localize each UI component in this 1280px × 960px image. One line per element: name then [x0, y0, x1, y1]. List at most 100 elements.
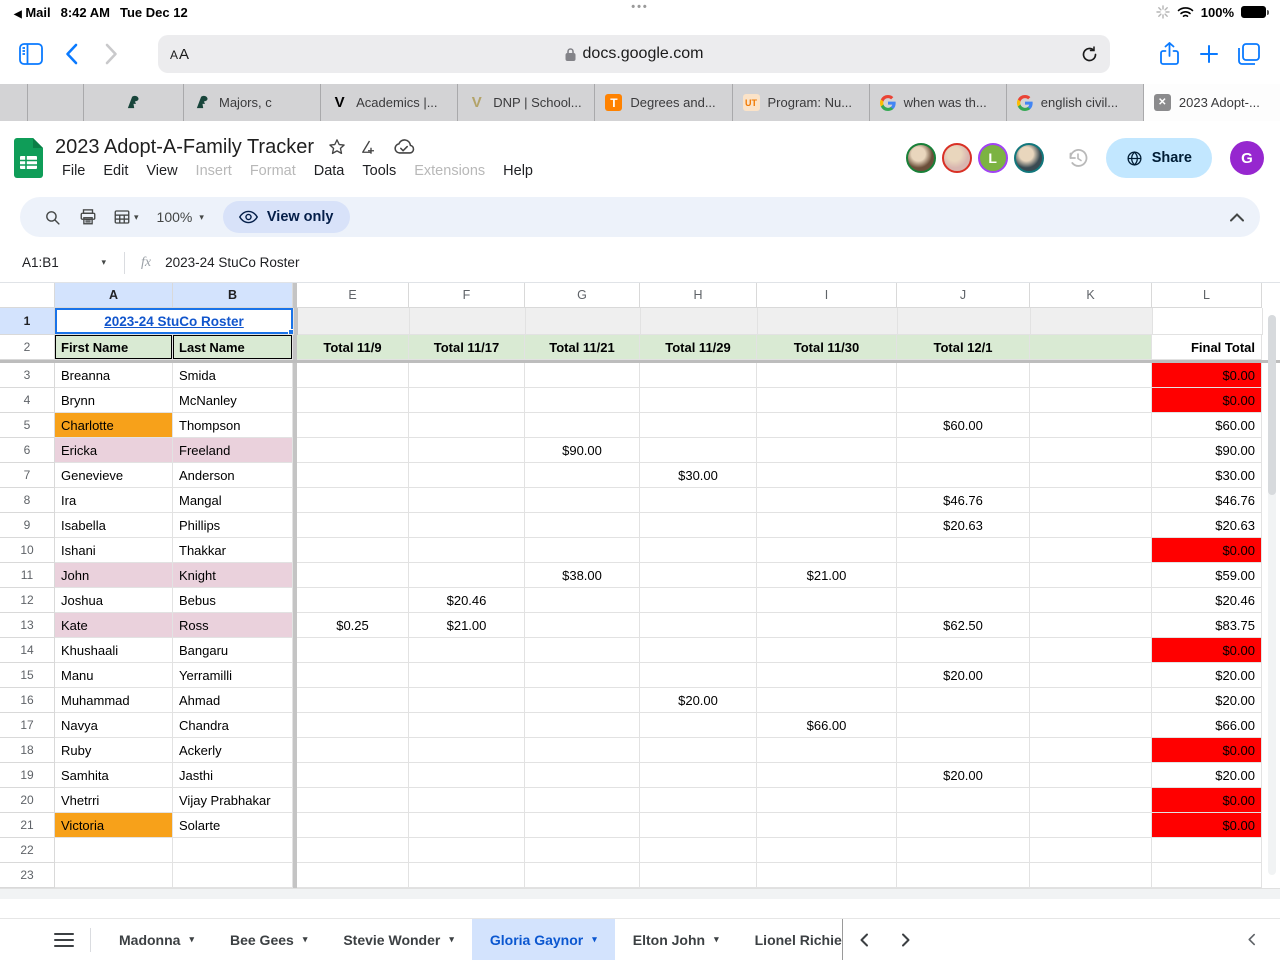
cell-I23[interactable]	[757, 863, 897, 888]
cell-L14-final-total[interactable]: $0.00	[1152, 638, 1262, 663]
browser-tab[interactable]: Majors, c	[184, 84, 322, 121]
cell-G10[interactable]	[525, 538, 640, 563]
cell-F16[interactable]	[409, 688, 525, 713]
column-header-J[interactable]: J	[897, 283, 1030, 308]
row-header-13[interactable]: 13	[0, 613, 55, 638]
cell-G19[interactable]	[525, 763, 640, 788]
cell-H10[interactable]	[640, 538, 757, 563]
column-header-I[interactable]: I	[757, 283, 897, 308]
collapse-toolbar-icon[interactable]	[1230, 212, 1244, 222]
cell-H16[interactable]: $20.00	[640, 688, 757, 713]
cell-I20[interactable]	[757, 788, 897, 813]
cell-F21[interactable]	[409, 813, 525, 838]
cell-E2-total-header[interactable]: Total 11/9	[297, 335, 409, 360]
cell-E9[interactable]	[297, 513, 409, 538]
cell-B3[interactable]: Smida	[173, 363, 293, 388]
cell-H1[interactable]	[641, 308, 758, 335]
cell-H4[interactable]	[640, 388, 757, 413]
cell-L17-final-total[interactable]: $66.00	[1152, 713, 1262, 738]
cell-H2-total-header[interactable]: Total 11/29	[640, 335, 757, 360]
cell-K19[interactable]	[1030, 763, 1152, 788]
menu-view[interactable]: View	[139, 161, 184, 181]
cell-I21[interactable]	[757, 813, 897, 838]
browser-tab[interactable]: ✕ 2023 Adopt-...	[1143, 84, 1280, 121]
row-header-9[interactable]: 9	[0, 513, 55, 538]
cell-F23[interactable]	[409, 863, 525, 888]
cell-E17[interactable]	[297, 713, 409, 738]
cell-I22[interactable]	[757, 838, 897, 863]
cell-A1-title[interactable]: 2023-24 StuCo Roster	[55, 308, 294, 335]
cell-J21[interactable]	[897, 813, 1030, 838]
cell-H12[interactable]	[640, 588, 757, 613]
cell-L23-final-total[interactable]	[1152, 863, 1262, 888]
menu-edit[interactable]: Edit	[96, 161, 135, 181]
cell-B4[interactable]: McNanley	[173, 388, 293, 413]
formula-input[interactable]: 2023-24 StuCo Roster	[165, 255, 299, 270]
share-icon[interactable]	[1152, 37, 1186, 71]
cell-G8[interactable]	[525, 488, 640, 513]
cell-E23[interactable]	[297, 863, 409, 888]
cell-F9[interactable]	[409, 513, 525, 538]
cell-H20[interactable]	[640, 788, 757, 813]
cell-K9[interactable]	[1030, 513, 1152, 538]
cell-H18[interactable]	[640, 738, 757, 763]
cell-A2-first-name-header[interactable]: First Name	[55, 335, 173, 360]
cell-K13[interactable]	[1030, 613, 1152, 638]
cell-K20[interactable]	[1030, 788, 1152, 813]
reader-options-button[interactable]: AA	[170, 46, 190, 63]
cell-K3[interactable]	[1030, 363, 1152, 388]
cell-G6[interactable]: $90.00	[525, 438, 640, 463]
cell-F19[interactable]	[409, 763, 525, 788]
selection-handle[interactable]	[288, 329, 293, 334]
cell-K7[interactable]	[1030, 463, 1152, 488]
cell-I3[interactable]	[757, 363, 897, 388]
grid-corner[interactable]	[0, 283, 55, 308]
cell-B20[interactable]: Vijay Prabhakar	[173, 788, 293, 813]
cell-B17[interactable]: Chandra	[173, 713, 293, 738]
cell-B7[interactable]: Anderson	[173, 463, 293, 488]
cell-A18[interactable]: Ruby	[55, 738, 173, 763]
cell-E19[interactable]	[297, 763, 409, 788]
cell-L9-final-total[interactable]: $20.63	[1152, 513, 1262, 538]
cell-A20[interactable]: Vhetrri	[55, 788, 173, 813]
cell-E14[interactable]	[297, 638, 409, 663]
cell-A11[interactable]: John	[55, 563, 173, 588]
cell-F22[interactable]	[409, 838, 525, 863]
cell-F12[interactable]: $20.46	[409, 588, 525, 613]
menu-data[interactable]: Data	[307, 161, 352, 181]
view-only-chip[interactable]: View only	[222, 201, 350, 233]
cell-E5[interactable]	[297, 413, 409, 438]
cell-E4[interactable]	[297, 388, 409, 413]
collaborator-avatar[interactable]	[905, 143, 936, 173]
cell-H22[interactable]	[640, 838, 757, 863]
row-header-19[interactable]: 19	[0, 763, 55, 788]
cell-B23[interactable]	[173, 863, 293, 888]
cell-H13[interactable]	[640, 613, 757, 638]
forward-button[interactable]	[94, 37, 128, 71]
cell-A8[interactable]: Ira	[55, 488, 173, 513]
cell-K8[interactable]	[1030, 488, 1152, 513]
browser-tab[interactable]: english civil...	[1007, 84, 1144, 121]
row-header-15[interactable]: 15	[0, 663, 55, 688]
cell-G4[interactable]	[525, 388, 640, 413]
cell-E18[interactable]	[297, 738, 409, 763]
cell-G13[interactable]	[525, 613, 640, 638]
cell-L8-final-total[interactable]: $46.76	[1152, 488, 1262, 513]
cell-A23[interactable]	[55, 863, 173, 888]
cell-B10[interactable]: Thakkar	[173, 538, 293, 563]
row-header-23[interactable]: 23	[0, 863, 55, 888]
cell-H7[interactable]: $30.00	[640, 463, 757, 488]
cell-F8[interactable]	[409, 488, 525, 513]
paint-format-icon[interactable]: ▾	[108, 202, 144, 232]
cell-L11-final-total[interactable]: $59.00	[1152, 563, 1262, 588]
row-header-4[interactable]: 4	[0, 388, 55, 413]
edge-scroll-left-icon[interactable]	[1247, 933, 1270, 946]
cell-F1[interactable]	[410, 308, 526, 335]
cell-H5[interactable]	[640, 413, 757, 438]
cell-A4[interactable]: Brynn	[55, 388, 173, 413]
cell-A15[interactable]: Manu	[55, 663, 173, 688]
reload-button[interactable]	[1081, 45, 1098, 63]
collaborator-avatar[interactable]	[1013, 143, 1044, 173]
cell-L6-final-total[interactable]: $90.00	[1152, 438, 1262, 463]
row-header-6[interactable]: 6	[0, 438, 55, 463]
